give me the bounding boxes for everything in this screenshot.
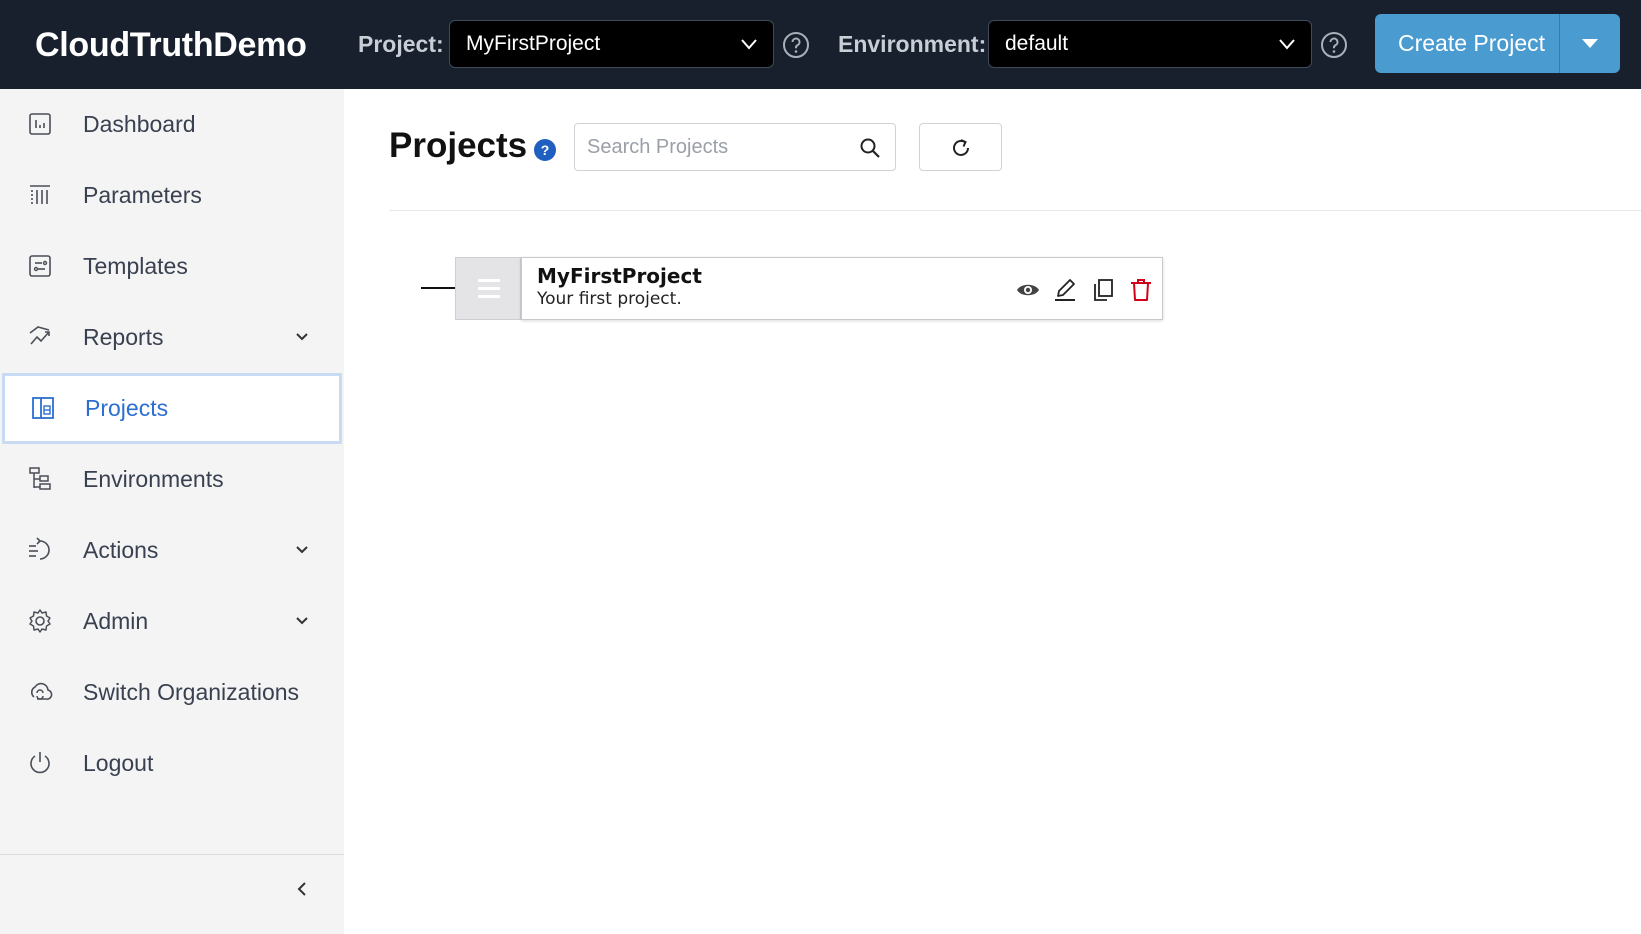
search-icon[interactable] [859, 137, 881, 159]
sidebar-item-logout[interactable]: Logout [0, 728, 344, 799]
project-card: MyFirstProject Your first project. [521, 257, 1163, 320]
top-navigation-bar: CloudTruthDemo Project: MyFirstProject E… [0, 0, 1641, 89]
sidebar-item-label: Logout [83, 750, 154, 776]
sidebar-item-switch-organizations[interactable]: Switch Organizations [0, 657, 344, 728]
refresh-icon [953, 139, 969, 156]
environment-selector-value: default [1005, 32, 1069, 55]
project-selector[interactable]: MyFirstProject [449, 20, 774, 68]
sidebar-item-label: Actions [83, 537, 159, 563]
environments-icon [29, 467, 51, 490]
delete-trash-icon[interactable] [1128, 277, 1154, 303]
page-title: Projects [389, 126, 528, 165]
sidebar-item-label: Projects [85, 395, 169, 421]
sidebar-item-templates[interactable]: Templates [0, 231, 344, 302]
chevron-down-icon[interactable] [292, 327, 312, 347]
reports-icon [29, 326, 50, 345]
sidebar-item-parameters[interactable]: Parameters [0, 160, 344, 231]
tree-connector-line [421, 287, 456, 289]
sidebar: Dashboard Parameters Templates Reports P… [0, 89, 344, 934]
sidebar-item-label: Parameters [83, 182, 202, 208]
create-project-button[interactable]: Create Project [1375, 14, 1620, 73]
environment-help-icon[interactable] [1320, 31, 1348, 59]
sidebar-item-projects[interactable]: Projects [2, 373, 342, 444]
search-input[interactable] [587, 132, 847, 162]
sidebar-item-dashboard[interactable]: Dashboard [0, 89, 344, 160]
page-help-icon[interactable]: ? [534, 139, 556, 161]
caret-down-icon [1582, 39, 1598, 48]
view-eye-icon[interactable] [1015, 277, 1041, 303]
chevron-down-icon [1279, 39, 1295, 50]
content-divider [389, 210, 1641, 211]
project-drag-handle[interactable] [455, 257, 521, 320]
brand-logo-text[interactable]: CloudTruthDemo [35, 26, 307, 65]
switch-organizations-icon [30, 682, 53, 700]
sidebar-item-admin[interactable]: Admin [0, 586, 344, 657]
sidebar-divider [0, 854, 344, 855]
project-selector-value: MyFirstProject [466, 32, 601, 55]
templates-icon [29, 255, 51, 277]
sidebar-item-label: Switch Organizations [83, 679, 300, 705]
hamburger-icon [478, 279, 500, 299]
refresh-button[interactable] [919, 123, 1002, 171]
chevron-down-icon[interactable] [292, 611, 312, 631]
chevron-down-icon [741, 39, 757, 50]
sidebar-item-label: Environments [83, 466, 224, 492]
chevron-down-icon[interactable] [292, 540, 312, 560]
search-projects-field[interactable] [574, 123, 896, 171]
admin-gear-icon [29, 609, 51, 633]
sidebar-item-label: Reports [83, 324, 164, 350]
project-selector-label: Project: [358, 31, 444, 57]
create-project-dropdown-toggle[interactable] [1559, 14, 1620, 73]
collapse-sidebar-chevron-left-icon[interactable] [292, 879, 312, 899]
edit-pencil-icon[interactable] [1052, 277, 1078, 303]
sidebar-item-label: Admin [83, 608, 149, 634]
sidebar-item-label: Templates [83, 253, 188, 279]
project-help-icon[interactable] [782, 31, 810, 59]
parameters-icon [30, 185, 50, 204]
project-name[interactable]: MyFirstProject [537, 264, 702, 288]
project-description: Your first project. [537, 289, 682, 309]
sidebar-item-environments[interactable]: Environments [0, 444, 344, 515]
projects-icon [32, 397, 54, 419]
sidebar-item-actions[interactable]: Actions [0, 515, 344, 586]
sidebar-item-reports[interactable]: Reports [0, 302, 344, 373]
power-icon [30, 752, 50, 774]
environment-selector[interactable]: default [988, 20, 1312, 68]
sidebar-item-label: Dashboard [83, 111, 196, 137]
create-project-label: Create Project [1398, 30, 1546, 56]
environment-selector-label: Environment: [838, 31, 987, 57]
dashboard-icon [29, 113, 51, 135]
actions-icon [29, 537, 50, 560]
copy-icon[interactable] [1090, 277, 1116, 303]
